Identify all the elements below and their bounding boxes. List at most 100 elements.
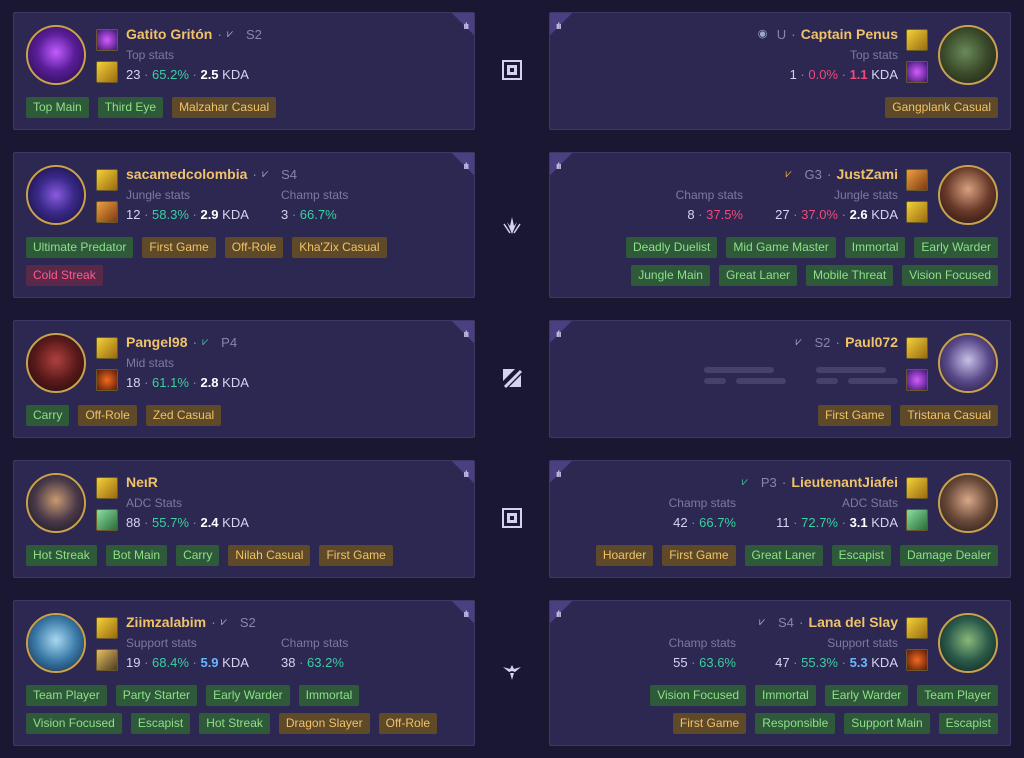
tag[interactable]: Off-Role <box>78 405 137 426</box>
games-count: 18 <box>126 375 141 390</box>
tag[interactable]: Top Main <box>26 97 89 118</box>
tag[interactable]: Deadly Duelist <box>626 237 718 258</box>
tag[interactable]: Immortal <box>844 237 906 258</box>
kda-value: 2.4 <box>200 515 219 530</box>
games-count: 12 <box>126 207 141 222</box>
tag[interactable]: Malzahar Casual <box>172 97 277 118</box>
tag[interactable]: Dragon Slayer <box>278 713 370 734</box>
rank-label: P4 <box>221 334 238 350</box>
role-stats-label: Support stats <box>126 636 197 650</box>
loading-placeholder <box>816 378 838 384</box>
games-count: 88 <box>126 515 141 530</box>
tag[interactable]: Vision Focused <box>650 685 747 706</box>
tag[interactable]: Cold Streak <box>26 265 103 286</box>
tag[interactable]: Third Eye <box>97 97 164 118</box>
kda-value: 2.9 <box>200 207 219 222</box>
player-card-left[interactable]: ılı Ziimzalabim · ⩗ S2 Support stats 19 … <box>13 600 475 746</box>
stats-bars-icon[interactable]: ılı <box>463 161 468 171</box>
tag[interactable]: Mid Game Master <box>726 237 836 258</box>
summoner-name[interactable]: LieutenantJiafei <box>791 474 898 490</box>
summoner-name[interactable]: Captain Penus <box>801 26 898 42</box>
summoner-name[interactable]: JustZami <box>837 166 898 182</box>
rank-label: G3 <box>804 166 822 182</box>
summoner-name[interactable]: Ziimzalabim <box>126 614 206 630</box>
tag[interactable]: Early Warder <box>914 237 998 258</box>
tag[interactable]: Early Warder <box>206 685 290 706</box>
tag[interactable]: Carry <box>26 405 70 426</box>
player-card-right[interactable]: ılı ◉ U · Captain Penus Top stats 1 · 0.… <box>549 12 1011 130</box>
tag-list: Hoarder First Game Great Laner Escapist … <box>595 545 998 566</box>
stats-bars-icon[interactable]: ılı <box>556 161 561 171</box>
player-card-left[interactable]: ılı NeιR ADC Stats 88 · 55.7% · 2.4 KDA … <box>13 460 475 578</box>
tag[interactable]: Great Laner <box>744 545 823 566</box>
tag[interactable]: Team Player <box>917 685 998 706</box>
tag[interactable]: Nilah Casual <box>228 545 311 566</box>
tag[interactable]: Gangplank Casual <box>885 97 998 118</box>
summoner-name[interactable]: Lana del Slay <box>809 614 898 630</box>
summoner-name[interactable]: NeιR <box>126 474 158 490</box>
role-stats: Jungle stats 12 · 58.3% · 2.9 KDA <box>126 188 249 222</box>
tag[interactable]: Hot Streak <box>199 713 270 734</box>
tag[interactable]: First Game <box>672 713 747 734</box>
tag[interactable]: Responsible <box>755 713 836 734</box>
stats-bars-icon[interactable]: ılı <box>556 21 561 31</box>
player-card-left[interactable]: ılı sacamedcolombia · ⩗ S4 Jungle stats … <box>13 152 475 298</box>
player-card-right[interactable]: ılı ⩗ P3 · LieutenantJiafei ADC Stats 11… <box>549 460 1011 578</box>
tag[interactable]: Team Player <box>26 685 107 706</box>
tag[interactable]: Ultimate Predator <box>26 237 134 258</box>
tag[interactable]: Tristana Casual <box>900 405 998 426</box>
tag[interactable]: Bot Main <box>105 545 168 566</box>
rank-label: S4 <box>281 166 297 182</box>
tag[interactable]: Hoarder <box>595 545 654 566</box>
tag[interactable]: Early Warder <box>824 685 909 706</box>
tag[interactable]: First Game <box>142 237 216 258</box>
tag[interactable]: Immortal <box>755 685 816 706</box>
tag[interactable]: Kha'Zix Casual <box>292 237 387 258</box>
player-card-left[interactable]: ılı Gatito Gritón · ⩗ S2 Top stats 23 · … <box>13 12 475 130</box>
tag[interactable]: Carry <box>176 545 220 566</box>
tag[interactable]: Vision Focused <box>902 265 998 286</box>
champ-stats: Champ stats 3 · 66.7% <box>281 188 349 222</box>
stats-bars-icon[interactable]: ılı <box>463 21 468 31</box>
stats-bars-icon[interactable]: ılı <box>556 609 561 619</box>
tag[interactable]: First Game <box>319 545 393 566</box>
tag[interactable]: Damage Dealer <box>899 545 998 566</box>
summoner-name[interactable]: Paul072 <box>845 334 898 350</box>
tag[interactable]: Jungle Main <box>631 265 710 286</box>
tag[interactable]: First Game <box>662 545 736 566</box>
games-count: 23 <box>126 67 141 82</box>
tag-list: Carry Off-Role Zed Casual <box>26 405 222 426</box>
player-card-left[interactable]: ılı Pangel98 · ⩗ P4 Mid stats 18 · 61.1%… <box>13 320 475 438</box>
tag[interactable]: Off-Role <box>378 713 438 734</box>
tag[interactable]: Mobile Threat <box>806 265 894 286</box>
stats-bars-icon[interactable]: ılı <box>556 329 561 339</box>
stats-bars-icon[interactable]: ılı <box>463 609 468 619</box>
kda-value: 5.9 <box>200 655 219 670</box>
tag[interactable]: Off-Role <box>224 237 284 258</box>
player-card-right[interactable]: ılı ⩗ G3 · JustZami Jungle stats 27 · 37… <box>549 152 1011 298</box>
tag[interactable]: Escapist <box>938 713 998 734</box>
tag[interactable]: Vision Focused <box>26 713 122 734</box>
tag[interactable]: Immortal <box>298 685 360 706</box>
summoner-name[interactable]: Pangel98 <box>126 334 187 350</box>
tag[interactable]: First Game <box>818 405 892 426</box>
stats-bars-icon[interactable]: ılı <box>463 469 468 479</box>
summoner-name[interactable]: Gatito Gritón <box>126 26 212 42</box>
kda-value: 2.8 <box>200 375 219 390</box>
champ-win-rate: 66.7% <box>299 207 337 222</box>
tag[interactable]: Escapist <box>130 713 191 734</box>
player-card-right[interactable]: ılı ⩗ S4 · Lana del Slay Support stats 4… <box>549 600 1011 746</box>
support-icon <box>501 661 523 683</box>
stats-bars-icon[interactable]: ılı <box>556 469 561 479</box>
silver-rank-icon: ⩗ <box>758 616 766 628</box>
tag[interactable]: Party Starter <box>115 685 198 706</box>
tag[interactable]: Great Laner <box>718 265 798 286</box>
stats-bars-icon[interactable]: ılı <box>463 329 468 339</box>
tag[interactable]: Zed Casual <box>145 405 222 426</box>
summoner-name[interactable]: sacamedcolombia <box>126 166 247 182</box>
player-card-right[interactable]: ılı ⩗ S2 · Paul072 First Game Tristana C… <box>549 320 1011 438</box>
tag[interactable]: Escapist <box>831 545 891 566</box>
tag[interactable]: Support Main <box>844 713 930 734</box>
role-stats-label: Jungle stats <box>833 188 898 202</box>
tag[interactable]: Hot Streak <box>26 545 97 566</box>
